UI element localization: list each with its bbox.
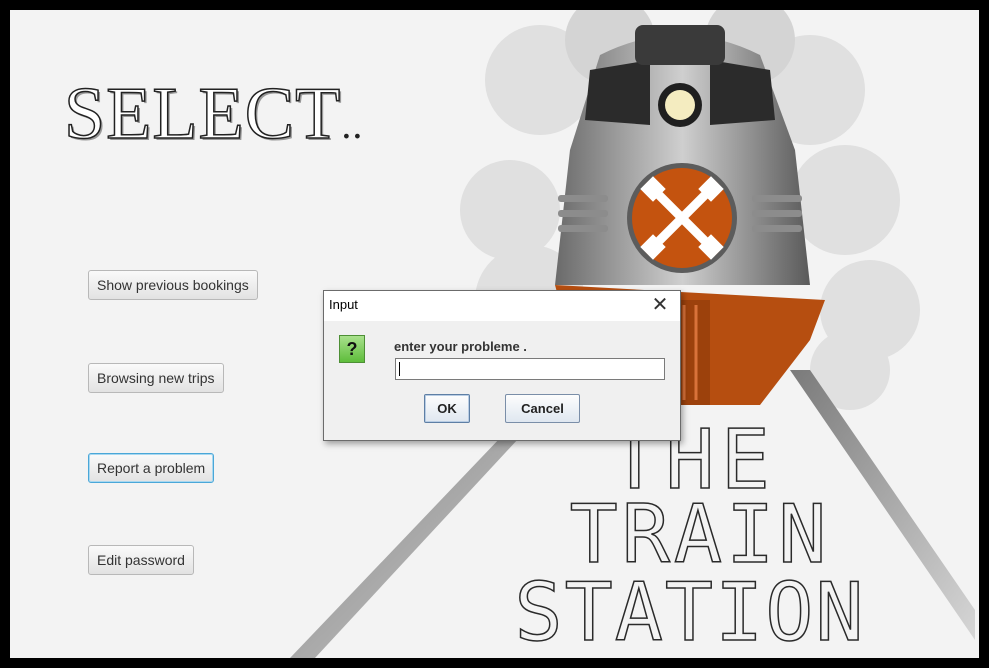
- poster-line-station: STATION: [514, 566, 865, 658]
- input-dialog: Input ✕ ? enter your probleme . OK Cance…: [323, 290, 681, 441]
- dialog-title: Input: [329, 297, 358, 312]
- close-icon[interactable]: ✕: [646, 292, 674, 318]
- dialog-titlebar: Input ✕: [324, 291, 680, 321]
- ok-button[interactable]: OK: [424, 394, 470, 423]
- question-icon: ?: [339, 335, 365, 363]
- dialog-message: enter your probleme .: [394, 339, 527, 354]
- problem-input[interactable]: [395, 358, 665, 380]
- cancel-button[interactable]: Cancel: [505, 394, 580, 423]
- app-window: SELECT.. Show previous bookings Browsing…: [10, 10, 979, 658]
- text-caret: [399, 362, 400, 376]
